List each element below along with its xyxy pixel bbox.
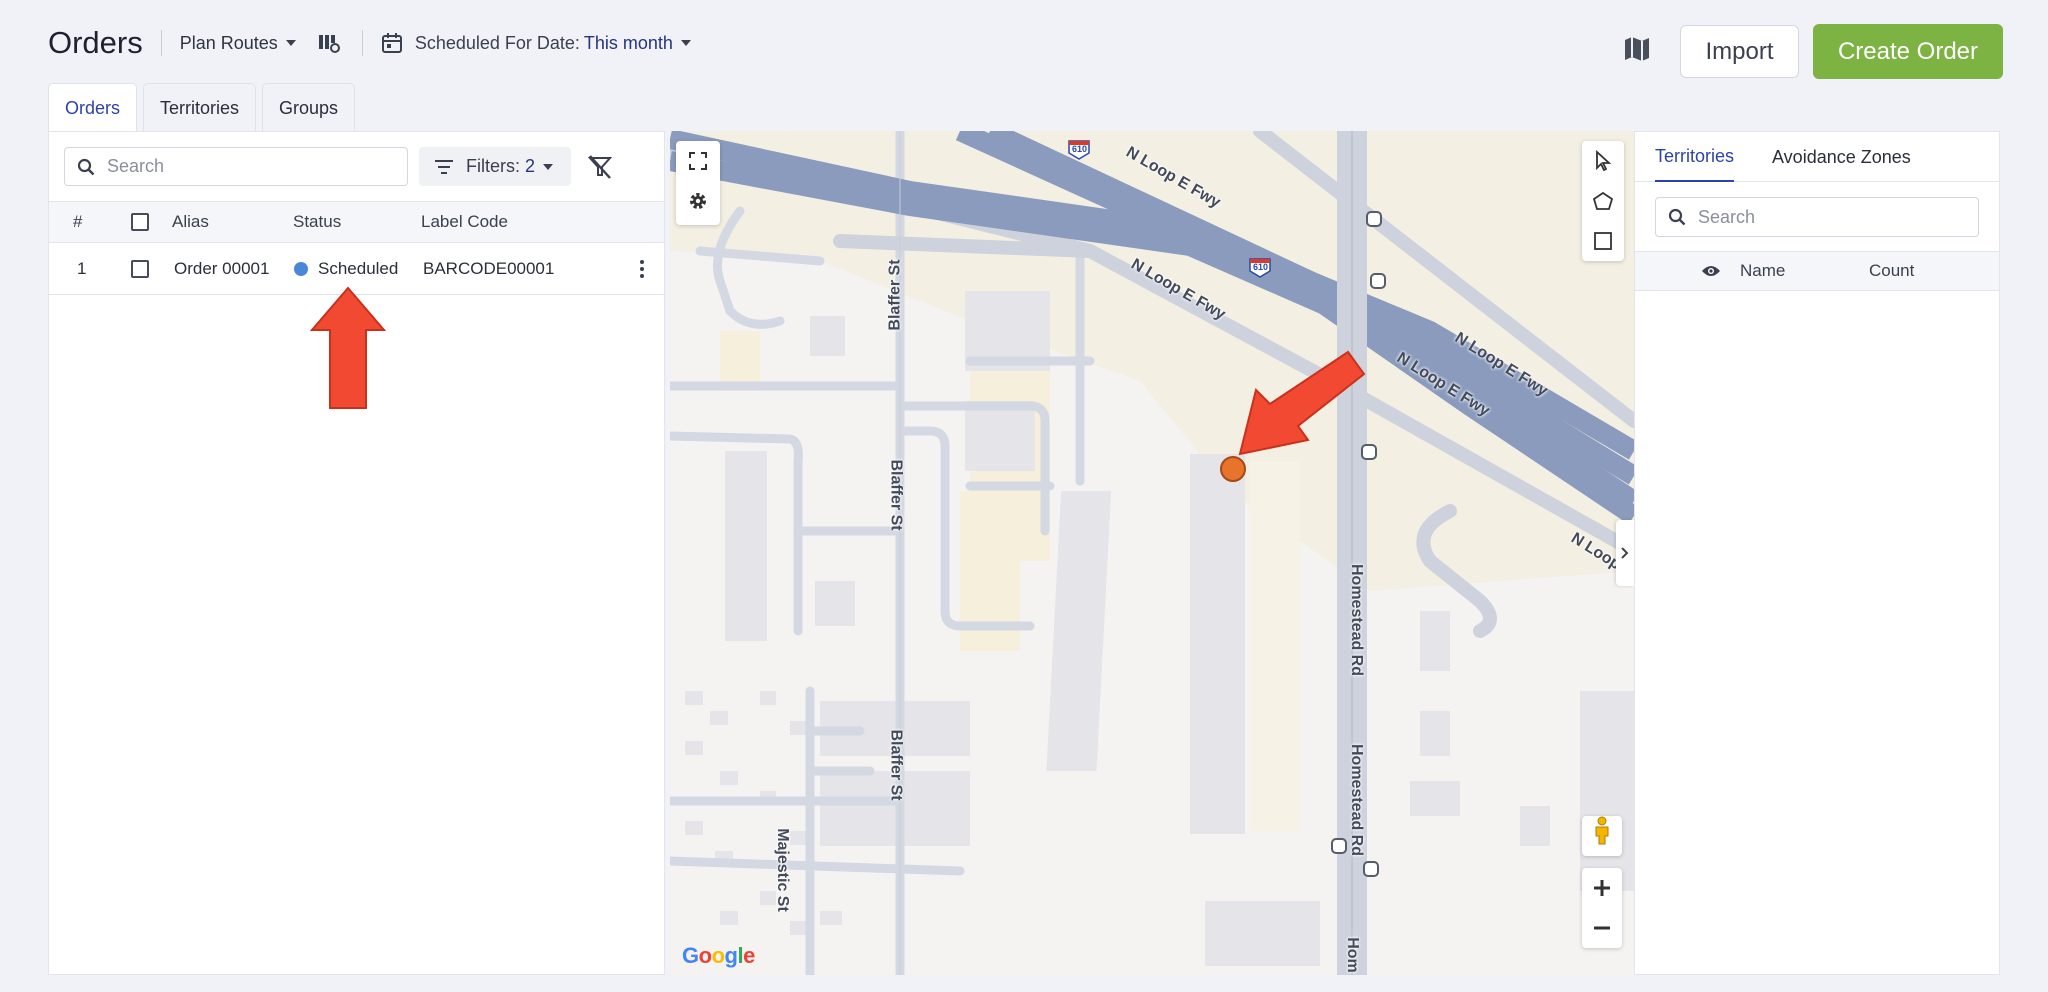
collapse-panel-button[interactable] <box>1616 520 1634 586</box>
import-button[interactable]: Import <box>1680 25 1799 78</box>
polygon-icon <box>1592 191 1614 210</box>
street-view-pegman[interactable] <box>1582 816 1622 856</box>
chevron-right-icon <box>1621 547 1629 559</box>
rectangle-icon <box>1594 232 1612 250</box>
column-header-count[interactable]: Count <box>1869 252 1914 290</box>
header-divider <box>361 30 363 56</box>
tab-groups[interactable]: Groups <box>262 83 356 132</box>
column-header-alias[interactable]: Alias <box>172 202 209 242</box>
filters-label: Filters: <box>466 156 520 176</box>
calendar-icon <box>381 33 402 53</box>
page-title: Orders <box>48 25 143 60</box>
tab-orders[interactable]: Orders <box>48 83 138 132</box>
territories-table-header: Name Count <box>1635 251 1999 291</box>
row-checkbox-cell <box>131 243 149 294</box>
territories-panel-tabs: Territories Avoidance Zones <box>1635 132 1999 182</box>
column-header-name[interactable]: Name <box>1740 252 1785 290</box>
visibility-column[interactable] <box>1701 252 1721 290</box>
tab-territories-right[interactable]: Territories <box>1655 132 1735 182</box>
map-toggle-button[interactable] <box>1622 34 1654 64</box>
road-label-majestic: Majestic St <box>773 828 791 912</box>
column-header-index: # <box>73 212 83 231</box>
fullscreen-icon <box>689 152 707 170</box>
road-label-blaffer: Blaffer St <box>887 459 905 531</box>
chevron-down-icon <box>680 40 691 46</box>
column-header-status[interactable]: Status <box>293 202 341 242</box>
territories-panel: Territories Avoidance Zones Name Count <box>1634 131 2000 975</box>
orders-search-input[interactable] <box>107 156 387 177</box>
map-view[interactable]: N Loop E Fwy N Loop E Fwy N Loop E Fwy N… <box>670 131 1634 975</box>
highway-shield-610: 610 <box>1253 262 1269 272</box>
filter-off-icon <box>587 155 613 179</box>
search-icon <box>77 158 95 175</box>
date-filter-value: This month <box>583 32 673 53</box>
polygon-tool-button[interactable] <box>1583 181 1623 221</box>
road-label-homestead: Homestead Rd <box>1348 563 1366 677</box>
row-actions-button[interactable] <box>640 243 644 294</box>
drawing-tools <box>1582 141 1624 261</box>
plan-routes-dropdown[interactable]: Plan Routes <box>180 33 296 54</box>
eye-icon <box>1702 266 1720 276</box>
date-filter-label: Scheduled For Date: <box>414 32 580 53</box>
tab-avoidance-zones[interactable]: Avoidance Zones <box>1772 132 1911 182</box>
filters-button[interactable]: Filters: 2 <box>419 147 571 186</box>
road-label-homestead: Homestead Rd <box>1348 743 1366 857</box>
highway-shield-610: 610 <box>1072 144 1088 154</box>
plan-routes-label: Plan Routes <box>179 32 278 53</box>
row-index: 1 <box>77 258 87 278</box>
zoom-controls <box>1582 868 1622 948</box>
row-alias: Order 00001 <box>174 258 270 278</box>
annotation-arrow-up-icon <box>310 286 386 409</box>
pegman-icon <box>1595 816 1609 845</box>
orders-table-header: # Alias Status Label Code <box>49 201 664 243</box>
chevron-down-icon <box>285 40 296 46</box>
google-logo: Google <box>682 943 755 968</box>
map-icon <box>1625 37 1649 61</box>
column-header-label-code[interactable]: Label Code <box>421 202 508 242</box>
select-tool-button[interactable] <box>1583 141 1623 181</box>
orders-panel: Filters: 2 # Alias Status Label Code 1 O… <box>48 131 665 975</box>
road-label-blaffer: Blaffer St <box>887 729 905 801</box>
select-all-checkbox-cell <box>131 202 149 242</box>
column-settings-button[interactable] <box>318 32 340 54</box>
tab-territories[interactable]: Territories <box>143 83 257 132</box>
filters-count: 2 <box>525 156 536 176</box>
status-dot-icon <box>294 261 308 276</box>
zoom-in-button[interactable] <box>1582 868 1622 908</box>
map-settings-button[interactable] <box>678 181 718 221</box>
territories-search-input[interactable] <box>1698 206 1968 228</box>
more-vertical-icon <box>640 259 644 278</box>
date-filter-dropdown[interactable]: Scheduled For Date: This month <box>381 32 691 54</box>
grid-settings-icon <box>318 35 340 53</box>
header-divider <box>160 30 162 56</box>
minus-icon <box>1594 926 1610 930</box>
main-tabs: Orders Territories Groups <box>48 83 361 132</box>
status-badge: Scheduled <box>318 258 399 278</box>
select-all-checkbox[interactable] <box>131 213 149 231</box>
map-canvas <box>670 131 1634 975</box>
zoom-out-button[interactable] <box>1582 908 1622 948</box>
search-icon <box>1668 208 1686 226</box>
pointer-icon <box>1596 150 1612 172</box>
create-order-button[interactable]: Create Order <box>1813 24 2003 79</box>
chevron-down-icon <box>543 163 554 170</box>
road-label-homestead: Hom <box>1343 937 1361 973</box>
row-label-code: BARCODE00001 <box>423 258 555 278</box>
annotation-arrow-diagonal-icon <box>1238 350 1366 456</box>
clear-filters-button[interactable] <box>587 154 613 180</box>
road-label-blaffer: Blaffer St <box>886 259 904 331</box>
gear-icon <box>690 193 706 209</box>
orders-search <box>64 147 408 186</box>
map-left-controls <box>676 141 720 225</box>
row-checkbox[interactable] <box>131 259 149 278</box>
territories-search <box>1655 197 1979 237</box>
plus-icon <box>1594 880 1610 896</box>
fullscreen-button[interactable] <box>678 141 718 181</box>
rectangle-tool-button[interactable] <box>1583 221 1623 261</box>
filter-lines-icon <box>435 159 453 174</box>
